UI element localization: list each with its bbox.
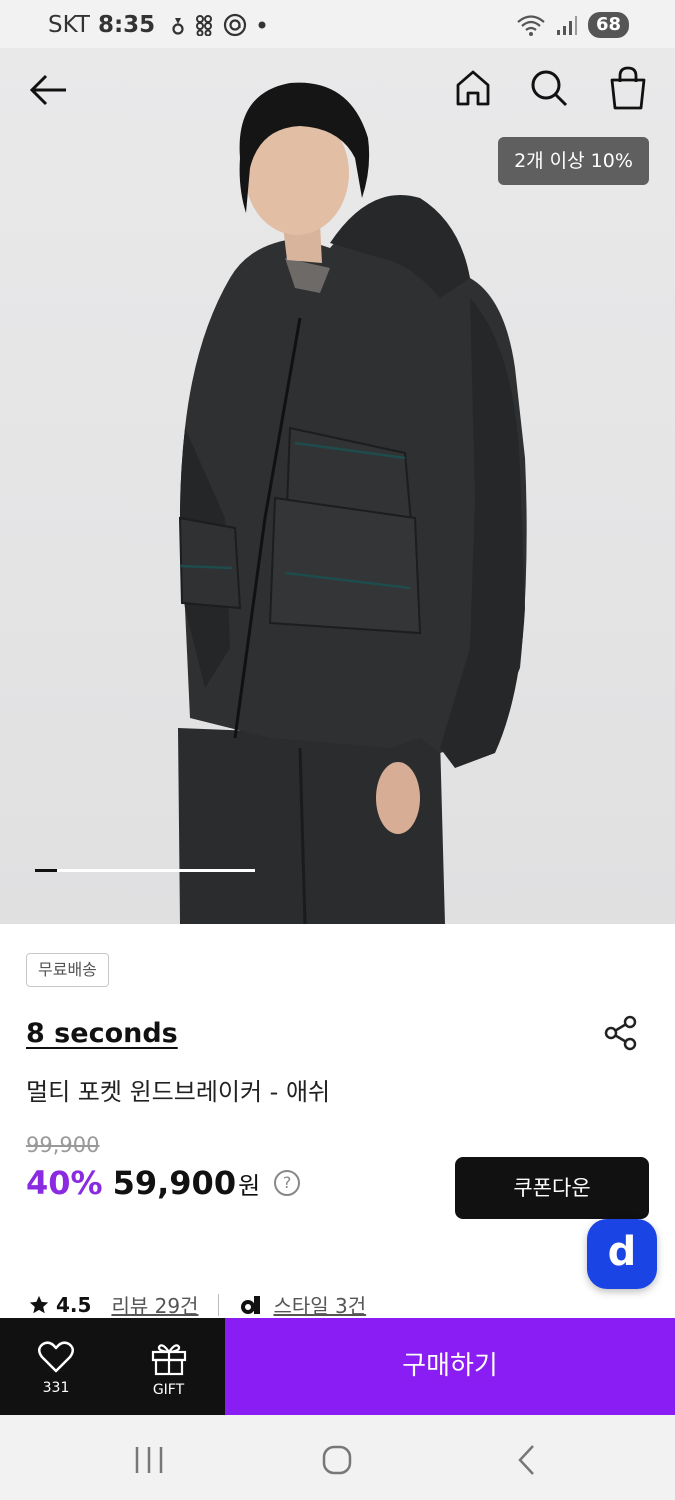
price-row: 40% 59,900 원 ? xyxy=(26,1164,301,1202)
carousel-progress-fill xyxy=(35,869,57,872)
review-stats-row: 4.5 리뷰 29건 스타일 3건 xyxy=(28,1290,366,1319)
recent-apps-icon[interactable] xyxy=(132,1445,166,1475)
buy-button[interactable]: 구매하기 xyxy=(225,1318,675,1415)
review-count-link[interactable]: 리뷰 29건 xyxy=(111,1290,198,1319)
sale-price: 59,900 xyxy=(112,1164,237,1202)
battery-indicator: 68 xyxy=(587,12,629,38)
gift-button[interactable]: GIFT xyxy=(112,1318,225,1415)
carousel-progress xyxy=(35,869,255,872)
wifi-icon xyxy=(517,15,545,36)
gift-icon xyxy=(151,1344,186,1376)
original-price: 99,900 xyxy=(26,1133,100,1157)
floating-d-button[interactable]: d xyxy=(587,1219,657,1289)
notification-drop-icon xyxy=(172,18,184,35)
wishlist-count: 331 xyxy=(42,1380,70,1396)
stats-divider xyxy=(218,1293,220,1316)
notification-icons xyxy=(171,13,267,37)
bundle-discount-badge: 2개 이상 10% xyxy=(498,137,649,185)
more-dot-icon xyxy=(258,21,266,29)
status-right: 68 xyxy=(516,12,629,38)
home-nav-icon[interactable] xyxy=(322,1444,352,1476)
clock: 8:35 xyxy=(97,12,156,38)
share-icon[interactable] xyxy=(603,1015,639,1051)
status-bar: SKT 8:35 68 xyxy=(0,0,675,48)
brand-link[interactable]: 8 seconds xyxy=(26,1018,178,1049)
search-icon[interactable] xyxy=(530,68,568,108)
product-image-carousel[interactable]: 2개 이상 10% xyxy=(0,48,675,924)
price-help-icon[interactable]: ? xyxy=(274,1170,301,1196)
wishlist-button[interactable]: 331 xyxy=(0,1318,112,1415)
back-nav-icon[interactable] xyxy=(513,1443,543,1477)
back-arrow-icon[interactable] xyxy=(26,70,70,110)
notification-grid-icon xyxy=(196,15,213,36)
discount-rate: 40% xyxy=(26,1164,103,1202)
gift-label: GIFT xyxy=(152,1382,185,1398)
currency-unit: 원 xyxy=(238,1172,261,1200)
star-icon xyxy=(29,1295,49,1313)
notification-at-icon xyxy=(224,13,247,37)
status-left: SKT 8:35 xyxy=(48,12,267,38)
shopping-bag-icon[interactable] xyxy=(608,66,648,110)
system-nav-bar xyxy=(0,1415,675,1500)
coupon-download-button[interactable]: 쿠폰다운 xyxy=(455,1157,649,1219)
carrier-label: SKT xyxy=(48,12,90,38)
signal-icon xyxy=(556,16,577,35)
free-shipping-tag: 무료배송 xyxy=(26,953,109,987)
purchase-bar: 331 GIFT 구매하기 xyxy=(0,1318,675,1415)
style-count-link[interactable]: 스타일 3건 xyxy=(273,1290,366,1319)
home-icon[interactable] xyxy=(454,68,492,108)
rating-value: 4.5 xyxy=(56,1292,92,1317)
style-logo-icon xyxy=(241,1295,261,1314)
product-title: 멀티 포켓 윈드브레이커 - 애쉬 xyxy=(26,1078,331,1106)
heart-icon xyxy=(38,1341,74,1373)
